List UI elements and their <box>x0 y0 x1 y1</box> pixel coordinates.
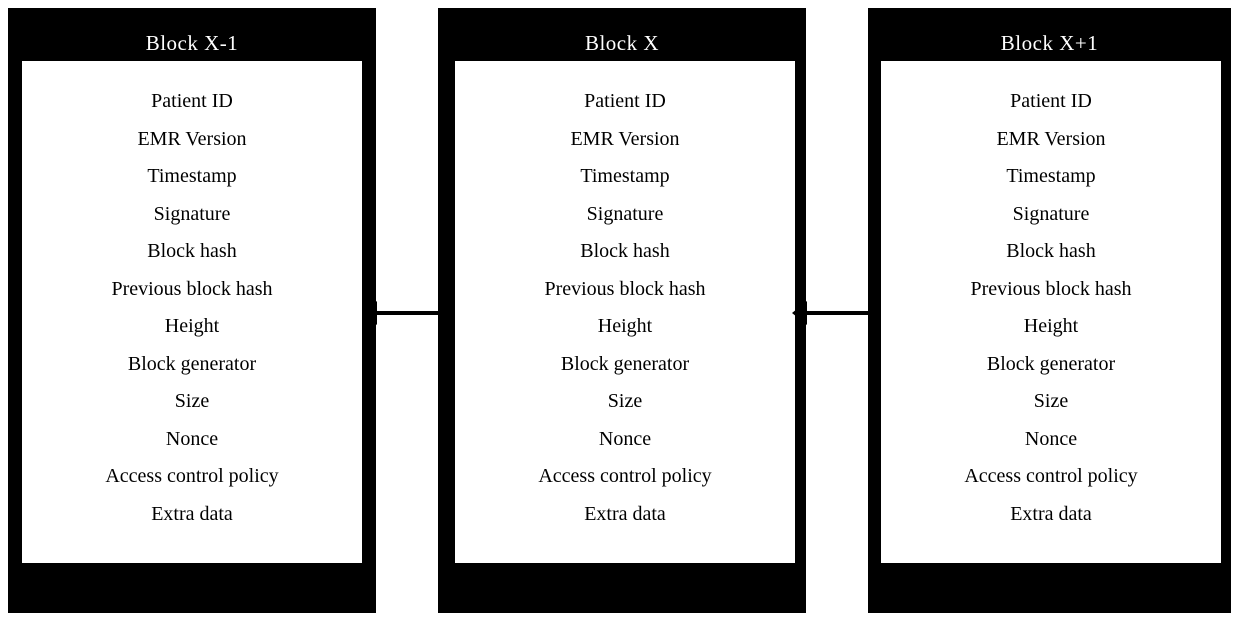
field-item-block-hash: Block hash <box>1006 240 1096 262</box>
block-title-1: Block X <box>584 31 660 55</box>
block-body-0: Patient ID EMR Version Timestamp Signatu… <box>22 61 362 563</box>
field-list-1: Patient ID EMR Version Timestamp Signatu… <box>455 83 795 533</box>
field-item-access-control-policy: Access control policy <box>538 465 712 487</box>
field-item-nonce: Nonce <box>598 427 652 450</box>
field-item-extra-data: Extra data <box>584 502 666 525</box>
field-item-emr-version: EMR Version <box>137 127 247 150</box>
field-item-patient-id: Patient ID <box>151 90 233 112</box>
field-item-patient-id: Patient ID <box>1010 90 1092 112</box>
field-item-previous-block-hash: Previous block hash <box>970 277 1132 300</box>
block-card-2: Block X+1 Patient ID EMR Version Timesta… <box>868 8 1231 613</box>
field-item-timestamp: Timestamp <box>147 165 237 187</box>
field-item-block-generator: Block generator <box>986 352 1116 375</box>
field-item-block-hash: Block hash <box>147 240 237 262</box>
connector-line <box>371 311 446 315</box>
block-title-2: Block X+1 <box>1000 31 1099 55</box>
field-item-nonce: Nonce <box>165 427 219 450</box>
field-item-size: Size <box>1033 390 1069 412</box>
field-item-block-generator: Block generator <box>127 352 257 375</box>
block-card-0: Block X-1 Patient ID EMR Version Timesta… <box>8 8 376 613</box>
field-item-block-generator: Block generator <box>560 352 690 375</box>
field-item-access-control-policy: Access control policy <box>105 465 279 487</box>
block-title-0: Block X-1 <box>145 31 239 55</box>
field-item-height: Height <box>1023 315 1079 337</box>
field-item-timestamp: Timestamp <box>1006 165 1096 187</box>
field-item-emr-version: EMR Version <box>570 127 680 150</box>
field-item-access-control-policy: Access control policy <box>964 465 1138 487</box>
diagram-canvas: Block X-1 Patient ID EMR Version Timesta… <box>0 0 1240 625</box>
field-item-height: Height <box>597 315 653 337</box>
field-list-0: Patient ID EMR Version Timestamp Signatu… <box>22 83 362 533</box>
field-item-signature: Signature <box>586 202 664 225</box>
block-body-2: Patient ID EMR Version Timestamp Signatu… <box>881 61 1221 563</box>
connector-block-x-plus-1-to-block-x <box>792 301 876 325</box>
connector-block-x-to-block-x-minus-1 <box>362 301 446 325</box>
field-item-emr-version: EMR Version <box>996 127 1106 150</box>
field-item-extra-data: Extra data <box>151 502 233 525</box>
block-body-1: Patient ID EMR Version Timestamp Signatu… <box>455 61 795 563</box>
block-card-1: Block X Patient ID EMR Version Timestamp… <box>438 8 806 613</box>
field-item-previous-block-hash: Previous block hash <box>544 277 706 300</box>
field-item-signature: Signature <box>153 202 231 225</box>
field-item-signature: Signature <box>1012 202 1090 225</box>
field-item-block-hash: Block hash <box>580 240 670 262</box>
field-item-patient-id: Patient ID <box>584 90 666 112</box>
field-item-size: Size <box>607 390 643 412</box>
field-item-size: Size <box>174 390 210 412</box>
connector-line <box>801 311 876 315</box>
field-item-height: Height <box>164 315 220 337</box>
field-item-nonce: Nonce <box>1024 427 1078 450</box>
field-list-2: Patient ID EMR Version Timestamp Signatu… <box>881 83 1221 533</box>
field-item-timestamp: Timestamp <box>580 165 670 187</box>
field-item-previous-block-hash: Previous block hash <box>111 277 273 300</box>
field-item-extra-data: Extra data <box>1010 502 1092 525</box>
